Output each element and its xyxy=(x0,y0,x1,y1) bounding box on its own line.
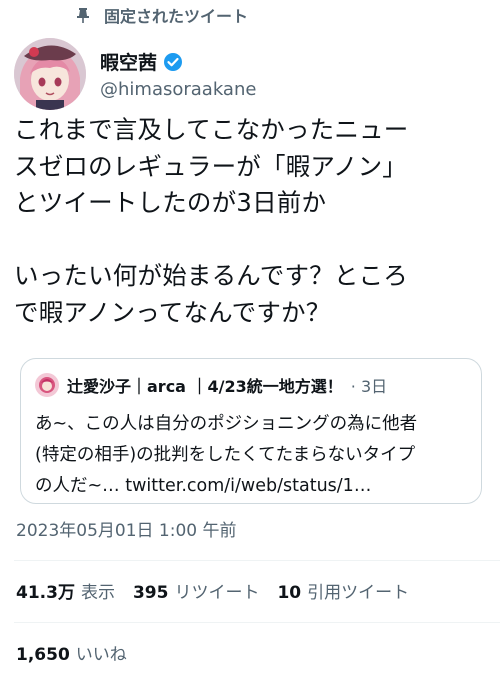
views-stat[interactable]: 41.3万 表示 xyxy=(16,578,115,603)
avatar[interactable] xyxy=(14,38,86,110)
display-name[interactable]: 暇空茜 xyxy=(100,48,157,75)
quote-tweets-count: 10 xyxy=(277,583,302,603)
divider xyxy=(14,622,500,623)
pin-icon xyxy=(76,7,90,23)
likes-stat[interactable]: 1,650 いいね xyxy=(16,640,127,665)
retweets-label: リツイート xyxy=(174,583,260,603)
pinned-label: 固定されたツイート xyxy=(104,7,249,26)
quote-author-name: 辻愛沙子｜arca ｜4/23統一地方選！ xyxy=(67,377,343,396)
tweet-author[interactable]: 暇空茜 @himasoraakane xyxy=(14,38,256,110)
quote-text: あ~、この人は自分のポジショニングの為に他者 (特定の相手)の批判をしたくてたま… xyxy=(35,414,418,496)
likes-count: 1,650 xyxy=(16,645,70,665)
user-handle[interactable]: @himasoraakane xyxy=(100,79,256,100)
retweets-stat[interactable]: 395 リツイート xyxy=(133,578,260,603)
views-count: 41.3万 xyxy=(16,583,75,603)
quoted-tweet[interactable]: 辻愛沙子｜arca ｜4/23統一地方選！ · 3日 あ~、この人は自分のポジシ… xyxy=(20,358,482,504)
pinned-tweet-header: 固定されたツイート xyxy=(76,4,248,26)
tweet-stats: 41.3万 表示 395 リツイート 10 引用ツイート xyxy=(16,578,427,603)
views-label: 表示 xyxy=(80,583,115,603)
likes-label: いいね xyxy=(75,645,127,665)
quote-avatar xyxy=(35,373,59,397)
quote-tweets-stat[interactable]: 10 引用ツイート xyxy=(277,578,409,603)
tweet-timestamp[interactable]: 2023年05月01日 1:00 午前 xyxy=(16,516,237,541)
divider xyxy=(14,560,500,561)
retweets-count: 395 xyxy=(132,583,169,603)
tweet-text: これまで言及してこなかったニュー スゼロのレギュラーが「暇アノン」 とツイートし… xyxy=(14,115,409,327)
verified-badge-icon xyxy=(163,52,183,72)
quote-tweets-label: 引用ツイート xyxy=(307,583,410,603)
quote-time: · 3日 xyxy=(350,377,388,396)
